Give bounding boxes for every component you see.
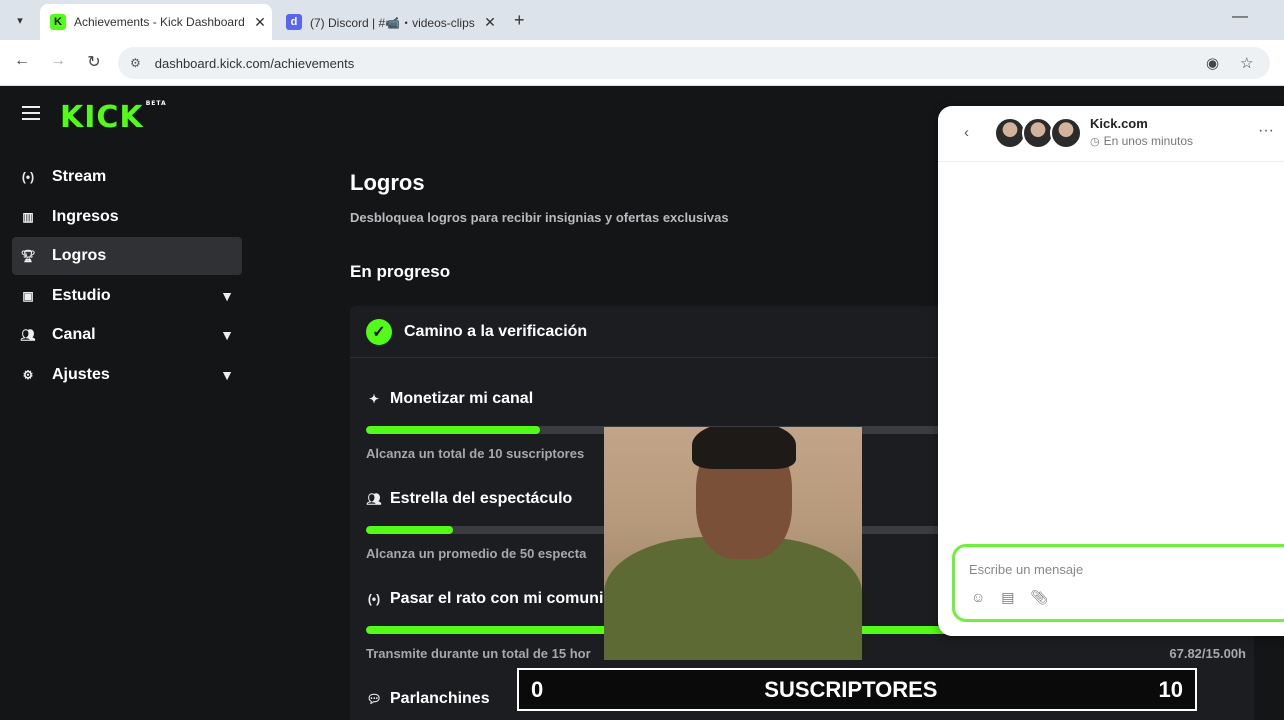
chart-icon: ▥	[22, 210, 34, 224]
achievement-title: Monetizar mi canal	[390, 390, 534, 407]
menu-hamburger-icon[interactable]	[22, 106, 40, 124]
achievement-title: Pasar el rato con mi comuni	[390, 590, 604, 607]
subscriber-goal-bar: 0 SUSCRIPTORES 10	[517, 668, 1197, 711]
sidebar: KICK BETA (•) Stream ▥ Ingresos 🏆︎ Logros…	[0, 86, 256, 720]
broadcast-icon: (•)	[21, 170, 35, 184]
kick-favicon-icon: K	[50, 14, 66, 30]
users-icon: 👥︎	[20, 328, 36, 342]
agent-avatars	[994, 117, 1082, 149]
verified-badge-icon: ✓	[366, 318, 392, 345]
message-composer: ☺ ▤ 📎︎	[952, 544, 1284, 622]
users-star-icon: 👥︎	[366, 492, 382, 506]
section-title: En progreso	[350, 262, 451, 281]
discord-favicon-icon: d	[286, 14, 302, 30]
clock-icon: ◷	[1090, 135, 1100, 148]
card-title: Camino a la verificación	[404, 322, 588, 340]
broadcast-icon: (•)	[367, 592, 381, 606]
tab-close-icon[interactable]: ✕	[478, 14, 502, 31]
gear-icon: ⚙	[22, 368, 34, 382]
attachment-icon[interactable]: 📎︎	[1031, 589, 1049, 606]
tab-discord[interactable]: d (7) Discord | #📹・videos-clips | ✕	[276, 4, 502, 40]
sidebar-item-canal[interactable]: 👥︎ Canal ▼	[12, 316, 242, 354]
sidebar-item-ingresos[interactable]: ▥ Ingresos	[12, 198, 242, 236]
avatar	[1050, 117, 1082, 149]
tab-close-icon[interactable]: ✕	[248, 14, 272, 31]
support-chat-panel: ‹ Kick.com ◷En unos minutos ··· ☺ ▤ 📎︎	[938, 106, 1284, 636]
emoji-icon[interactable]: ☺	[971, 589, 985, 606]
kick-logo[interactable]: KICK BETA	[60, 100, 167, 135]
sidebar-item-logros[interactable]: 🏆︎ Logros	[12, 237, 242, 275]
browser-tab-bar: ▾ K Achievements - Kick Dashboard ✕ d (7…	[0, 0, 1284, 40]
site-info-icon[interactable]: ⚙	[130, 56, 141, 70]
progress-fill	[366, 426, 541, 434]
chat-bubble-icon: 💬︎	[366, 692, 382, 706]
trophy-icon: 🏆︎	[20, 249, 36, 263]
sidebar-item-estudio[interactable]: ▣ Estudio ▼	[12, 277, 242, 315]
chevron-down-icon: ▼	[220, 367, 234, 383]
sparkle-icon: ✦	[368, 392, 380, 406]
sidebar-item-ajustes[interactable]: ⚙ Ajustes ▼	[12, 356, 242, 394]
sub-current: 0	[531, 676, 544, 702]
beta-badge: BETA	[145, 100, 167, 107]
chat-status: ◷ En unos minutos	[1090, 134, 1193, 148]
window-minimize-icon[interactable]: —	[1232, 8, 1248, 26]
achievement-title: Estrella del espectáculo	[390, 490, 573, 507]
chevron-left-icon[interactable]: ‹	[964, 124, 969, 141]
webcam-overlay	[604, 427, 862, 660]
star-bookmark-icon[interactable]: ☆	[1240, 54, 1253, 72]
webcam-person-hair	[692, 427, 796, 469]
achievement-value: 67.82/15.00h	[1169, 646, 1246, 661]
url-text: dashboard.kick.com/achievements	[154, 55, 355, 71]
studio-icon: ▣	[22, 289, 34, 303]
address-bar: ← → ↻ ⚙ dashboard.kick.com/achievements …	[0, 40, 1284, 86]
chat-header: ‹ Kick.com ◷ En unos minutos ···	[938, 106, 1284, 162]
page-subtitle: Desbloquea logros para recibir insignias…	[350, 210, 729, 225]
chat-name: Kick.com	[1090, 116, 1148, 131]
gif-icon[interactable]: ▤	[1001, 589, 1014, 606]
reload-icon[interactable]: ↻	[84, 52, 104, 72]
eye-off-icon[interactable]: ◉	[1206, 54, 1219, 72]
tab-search-chevron-icon[interactable]: ▾	[8, 8, 32, 32]
achievement-title: Parlanchines	[390, 690, 490, 707]
chevron-down-icon: ▼	[220, 327, 234, 343]
tab-achievements[interactable]: K Achievements - Kick Dashboard ✕	[40, 4, 272, 40]
message-input[interactable]	[969, 557, 1269, 581]
new-tab-plus-icon[interactable]: +	[514, 10, 525, 31]
sub-label: SUSCRIPTORES	[764, 676, 938, 702]
more-options-icon[interactable]: ···	[1258, 122, 1274, 140]
chevron-down-icon: ▼	[220, 288, 234, 304]
tab-title: (7) Discord | #📹・videos-clips |	[310, 15, 478, 30]
tab-title: Achievements - Kick Dashboard	[74, 15, 245, 29]
sub-goal: 10	[1158, 676, 1183, 702]
page-title: Logros	[350, 170, 425, 195]
forward-arrow-icon[interactable]: →	[48, 52, 68, 70]
url-field[interactable]: ⚙ dashboard.kick.com/achievements	[118, 47, 1270, 79]
back-arrow-icon[interactable]: ←	[12, 52, 32, 70]
sidebar-item-stream[interactable]: (•) Stream	[12, 158, 242, 196]
composer-tools: ☺ ▤ 📎︎	[971, 589, 1064, 606]
progress-fill	[366, 526, 454, 534]
